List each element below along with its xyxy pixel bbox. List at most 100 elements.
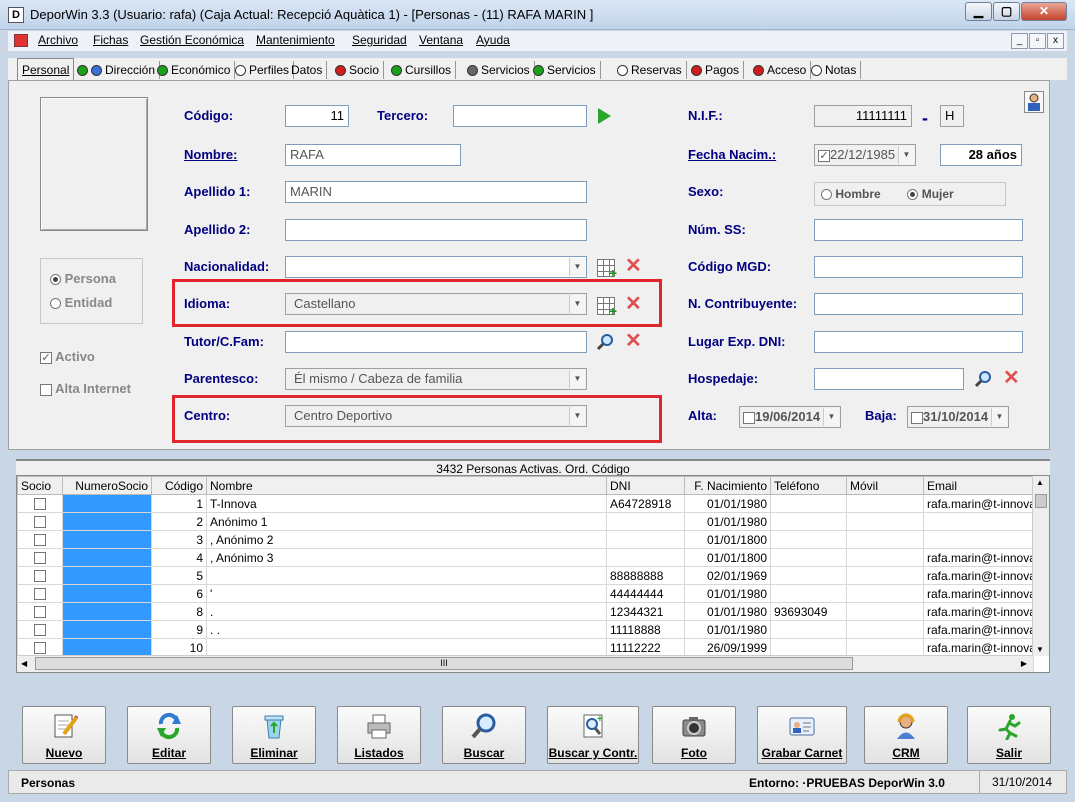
menu-fichas[interactable]: Fichas (93, 33, 128, 47)
tab-datos-4[interactable]: Datos (287, 61, 328, 79)
socio-cell[interactable] (17, 530, 63, 549)
socio-checkbox[interactable] (34, 516, 46, 529)
column-header[interactable]: F. Nacimiento (684, 476, 771, 495)
chevron-down-icon[interactable]: ▼ (569, 295, 585, 313)
scroll-left-icon[interactable]: ◀ (21, 659, 27, 668)
centro-combo[interactable]: Centro Deportivo ▼ (285, 405, 587, 427)
socio-checkbox[interactable] (34, 606, 46, 619)
vertical-scrollbar[interactable]: ▲ ▼ (1032, 476, 1049, 656)
socio-cell[interactable] (17, 584, 63, 603)
table-row[interactable]: 5 88888888 02/01/1969 rafa.marin@t-innova (17, 566, 1034, 585)
chevron-down-icon[interactable]: ▼ (569, 407, 585, 425)
mdi-close-button[interactable]: x (1047, 33, 1064, 49)
apellido2-field[interactable] (285, 219, 587, 241)
document-icon[interactable] (14, 34, 28, 47)
delete-x-icon[interactable]: ✕ (625, 256, 642, 276)
lugar-exp-field[interactable] (814, 331, 1023, 353)
tab-notas-12[interactable]: Notas (807, 61, 862, 79)
fecha-nacim-picker[interactable]: ✓22/12/1985 ▼ (814, 144, 916, 166)
column-header[interactable]: Móvil (846, 476, 924, 495)
socio-checkbox[interactable] (34, 552, 46, 565)
grabar-button[interactable]: Grabar Carnet (757, 706, 847, 764)
column-header[interactable]: NumeroSocio (62, 476, 152, 495)
table-row[interactable]: 1 T-Innova A64728918 01/01/1980 rafa.marin@t… (17, 494, 1034, 513)
numss-field[interactable] (814, 219, 1023, 241)
tab-reservas-9[interactable]: Reservas (613, 61, 687, 79)
nif-field[interactable]: 11111111 (814, 105, 912, 127)
activo-checkbox[interactable]: ✓ Activo (40, 349, 95, 364)
chevron-down-icon[interactable]: ▼ (823, 408, 839, 426)
minimize-button[interactable]: ▁ (965, 2, 992, 21)
tab-acceso-11[interactable]: Acceso (749, 61, 812, 79)
entidad-radio[interactable]: Entidad (50, 295, 112, 310)
table-row[interactable]: 3, Anónimo 2 01/01/1800 (17, 530, 1034, 549)
play-arrow-icon[interactable] (598, 108, 611, 124)
codigo-field[interactable]: 11 (285, 105, 349, 127)
column-header[interactable]: Socio (17, 476, 63, 495)
fecha-nacim-check[interactable]: ✓ (818, 149, 830, 162)
column-header[interactable]: DNI (606, 476, 685, 495)
menu-seguridad[interactable]: Seguridad (352, 33, 407, 47)
codigo-mgd-field[interactable] (814, 256, 1023, 278)
tab-socio-5[interactable]: Socio (331, 61, 385, 79)
tutor-field[interactable] (285, 331, 587, 353)
socio-checkbox[interactable] (34, 624, 46, 637)
tab-pagos-10[interactable]: Pagos (687, 61, 745, 79)
delete-x-icon[interactable]: ✕ (625, 294, 642, 314)
add-grid-icon[interactable] (597, 259, 617, 281)
socio-cell[interactable] (17, 638, 63, 657)
parentesco-combo[interactable]: Él mismo / Cabeza de familia ▼ (285, 368, 587, 390)
menu-ayuda[interactable]: Ayuda (476, 33, 510, 47)
chevron-down-icon[interactable]: ▼ (569, 370, 585, 388)
persona-radio[interactable]: Persona (50, 271, 116, 286)
eliminar-button[interactable]: Eliminar (232, 706, 316, 764)
menu-archivo[interactable]: Archivo (38, 33, 78, 47)
alta-internet-check-box[interactable] (40, 383, 52, 396)
menu-ventana[interactable]: Ventana (419, 33, 463, 47)
buscar-contr-button[interactable]: + Buscar y Contr. (547, 706, 639, 764)
add-grid-icon[interactable] (597, 297, 617, 319)
salir-button[interactable]: Salir (967, 706, 1051, 764)
scroll-down-icon[interactable]: ▼ (1036, 645, 1044, 654)
person-card-button[interactable] (1024, 91, 1044, 113)
entidad-radio-dot[interactable] (50, 298, 61, 310)
listados-button[interactable]: Listados (337, 706, 421, 764)
socio-cell[interactable] (17, 620, 63, 639)
hombre-radio[interactable] (821, 189, 832, 201)
buscar-button[interactable]: Buscar (442, 706, 526, 764)
socio-checkbox[interactable] (34, 642, 46, 655)
mdi-restore-button[interactable]: ▫ (1029, 33, 1046, 49)
crm-button[interactable]: CRM (864, 706, 948, 764)
socio-cell[interactable] (17, 548, 63, 567)
table-row[interactable]: 4, Anónimo 3 01/01/1800 rafa.marin@t-innov… (17, 548, 1034, 567)
tab-dirección-1[interactable]: Dirección (73, 61, 161, 79)
scroll-right-icon[interactable]: ▶ (1021, 659, 1027, 668)
editar-button[interactable]: Editar (127, 706, 211, 764)
close-button[interactable]: ✕ (1021, 2, 1067, 21)
photo-frame[interactable] (40, 97, 148, 231)
table-row[interactable]: 10 11112222 26/09/1999 rafa.marin@t-innova (17, 638, 1034, 657)
app-icon[interactable]: D (8, 7, 24, 23)
tercero-field[interactable] (453, 105, 587, 127)
table-row[interactable]: 9. . 11118888 01/01/1980 rafa.marin@t-innov… (17, 620, 1034, 639)
baja-check[interactable] (911, 411, 923, 424)
nif-letter-field[interactable]: H (940, 105, 964, 127)
alta-check[interactable] (743, 411, 755, 424)
hscroll-thumb[interactable]: III (35, 657, 853, 670)
socio-checkbox[interactable] (34, 534, 46, 547)
menu-gestion-economica[interactable]: Gestión Económica (140, 33, 244, 47)
menu-mantenimiento[interactable]: Mantenimiento (256, 33, 335, 47)
table-row[interactable]: 2 Anónimo 1 01/01/1980 (17, 512, 1034, 531)
nacionalidad-combo[interactable]: ▼ (285, 256, 587, 278)
socio-cell[interactable] (17, 602, 63, 621)
mdi-minimize-button[interactable]: _ (1011, 33, 1028, 49)
chevron-down-icon[interactable]: ▼ (569, 258, 585, 276)
socio-cell[interactable] (17, 494, 63, 513)
mujer-radio[interactable] (907, 189, 919, 201)
tab-servicios-7[interactable]: Servicios (463, 61, 535, 79)
foto-button[interactable]: Foto (652, 706, 736, 764)
alta-internet-checkbox[interactable]: Alta Internet (40, 381, 131, 396)
scroll-up-icon[interactable]: ▲ (1036, 478, 1044, 487)
alta-date-picker[interactable]: 19/06/2014 ▼ (739, 406, 841, 428)
socio-checkbox[interactable] (34, 498, 46, 511)
